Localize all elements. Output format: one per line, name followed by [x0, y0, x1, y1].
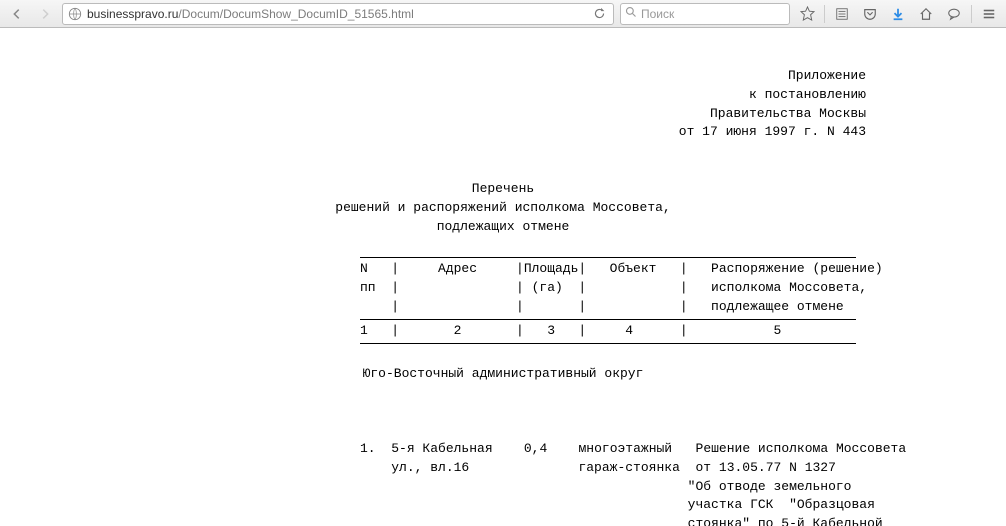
chat-button[interactable]: [941, 3, 967, 25]
table-header: N | Адрес |Площадь| Объект | Распоряжени…: [360, 257, 856, 343]
divider: [971, 5, 972, 23]
pocket-button[interactable]: [857, 3, 883, 25]
star-button[interactable]: [794, 3, 820, 25]
globe-icon: [67, 6, 83, 22]
forward-button[interactable]: [32, 3, 58, 25]
table-body: 1. 5-я Кабельная 0,4 многоэтажный Решени…: [360, 421, 976, 526]
url-text: businesspravo.ru/Docum/DocumShow_DocumID…: [87, 7, 589, 21]
row-1: 1. 5-я Кабельная 0,4 многоэтажный Решени…: [360, 441, 906, 526]
browser-toolbar: businesspravo.ru/Docum/DocumShow_DocumID…: [0, 0, 1006, 28]
document-content: Приложение к постановлению Правительства…: [0, 28, 1006, 526]
home-button[interactable]: [913, 3, 939, 25]
download-button[interactable]: [885, 3, 911, 25]
doc-header: Приложение к постановлению Правительства…: [30, 67, 866, 142]
section-title: Юго-Восточный административный округ: [30, 365, 976, 384]
divider: [824, 5, 825, 23]
url-bar[interactable]: businesspravo.ru/Docum/DocumShow_DocumID…: [62, 3, 614, 25]
search-placeholder: Поиск: [641, 7, 674, 21]
menu-button[interactable]: [976, 3, 1002, 25]
doc-title: Перечень решений и распоряжений исполком…: [30, 180, 976, 237]
search-icon: [625, 6, 637, 21]
search-bar[interactable]: Поиск: [620, 3, 790, 25]
list-button[interactable]: [829, 3, 855, 25]
back-button[interactable]: [4, 3, 30, 25]
reload-button[interactable]: [589, 7, 609, 20]
